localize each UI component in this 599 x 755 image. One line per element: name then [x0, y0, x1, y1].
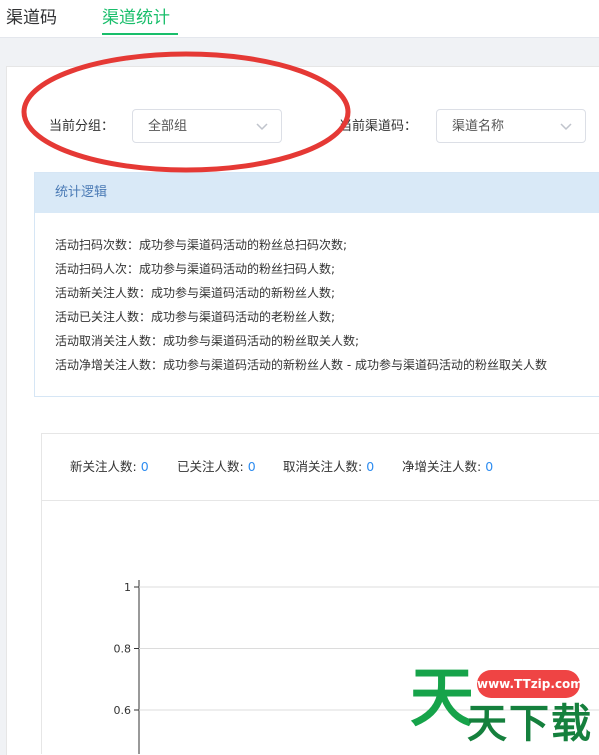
- watermark-logo-char: 天: [410, 662, 474, 736]
- watermark-url-badge: www.TTzip.com: [477, 670, 583, 698]
- y-tick-label: 0.8: [114, 643, 132, 656]
- y-tick-label: 0.6: [114, 704, 132, 717]
- y-tick-label: 1: [124, 581, 131, 594]
- follow-chart: 1 0.8 0.6: [114, 580, 599, 754]
- watermark-brand-text: 天下载: [467, 701, 593, 747]
